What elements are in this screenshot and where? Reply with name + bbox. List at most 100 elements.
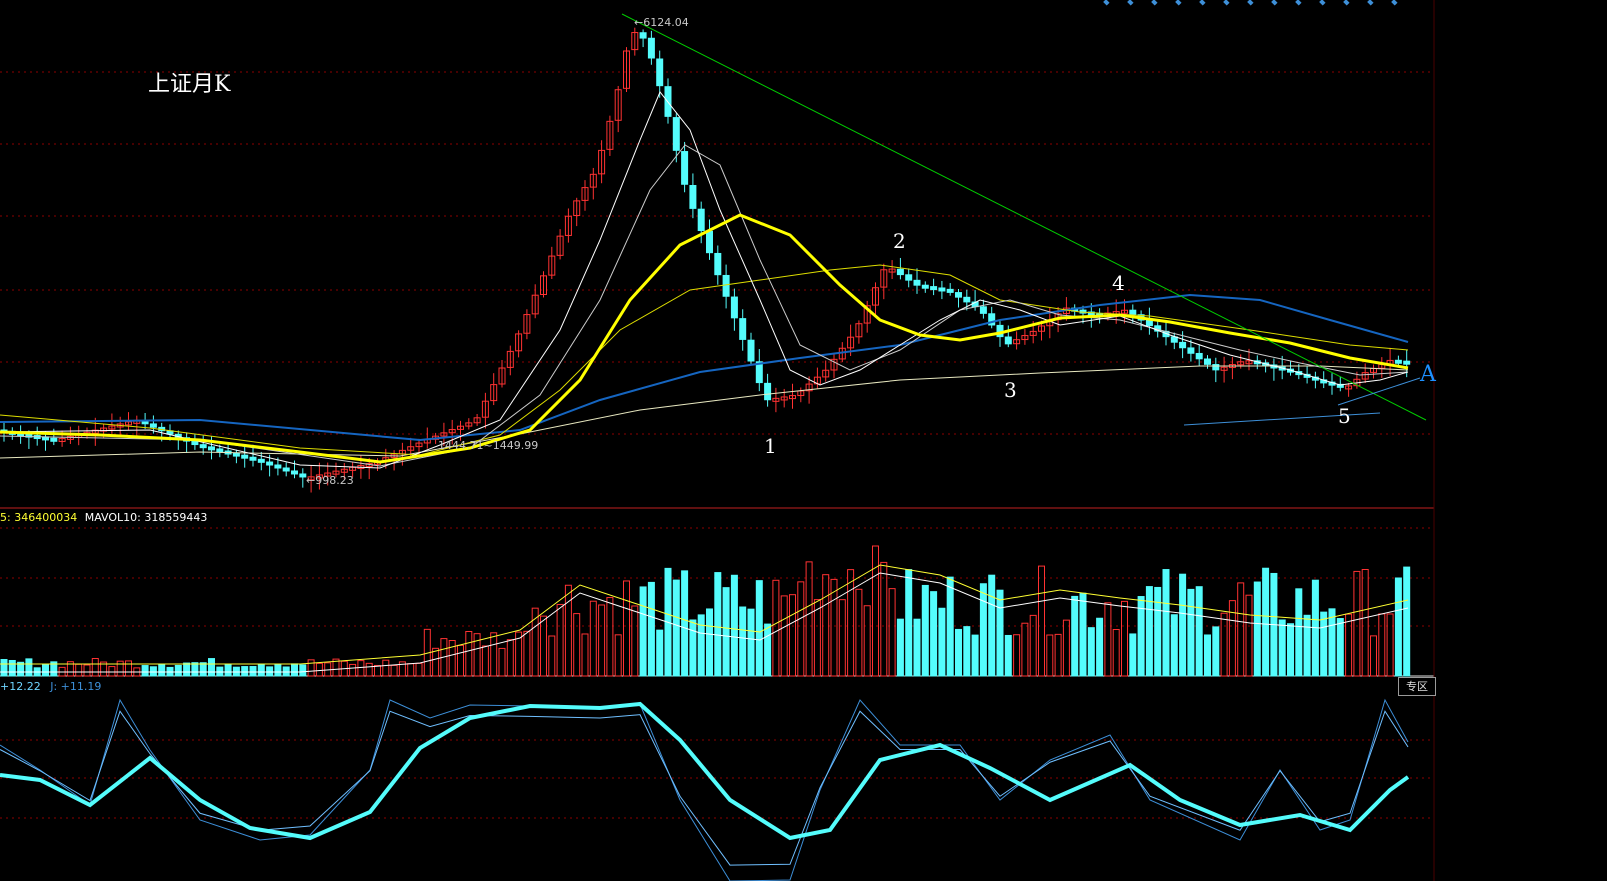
volume-bar — [921, 584, 929, 677]
candle-body — [1212, 364, 1220, 371]
zone-button[interactable]: 专区 — [1398, 677, 1436, 696]
volume-bar — [1336, 618, 1344, 677]
volume-bar — [1187, 588, 1195, 677]
candle-body — [1145, 319, 1153, 327]
volume-bar — [1087, 627, 1095, 677]
volume-bar — [108, 666, 116, 677]
volume-bar — [1394, 577, 1402, 677]
volume-bar — [91, 658, 99, 677]
volume-bar — [1245, 594, 1253, 677]
volume-bar — [1145, 586, 1153, 677]
chart-canvas[interactable] — [0, 0, 1607, 881]
volume-bar — [656, 629, 664, 677]
wave-label-4: 4 — [1112, 271, 1125, 295]
volume-bar — [764, 623, 772, 677]
mavol10-value: MAVOL10: 318559443 — [84, 511, 208, 524]
volume-bar — [25, 658, 33, 677]
kdj-d-value: +12.22 — [0, 680, 41, 693]
volume-bar — [1071, 595, 1079, 677]
ma-yellow-thick-line — [0, 213, 1409, 464]
volume-bar — [357, 660, 365, 677]
volume-bar — [498, 647, 506, 677]
kdj-j-value: J: +11.19 — [50, 680, 102, 693]
volume-bar — [540, 615, 547, 677]
candle-body — [1403, 360, 1411, 365]
volume-bar — [1303, 614, 1311, 677]
candle-body — [257, 458, 265, 463]
volume-bar — [706, 608, 713, 677]
marker-dot — [1103, 0, 1110, 6]
candle-body — [921, 284, 929, 289]
volume-bar — [208, 658, 215, 677]
volume-bar — [755, 580, 763, 677]
volume-bar — [647, 581, 655, 677]
marker-dot — [1151, 0, 1158, 6]
ma-white-2-line — [0, 144, 1409, 467]
candle-body — [946, 288, 954, 293]
volume-bar — [349, 663, 357, 677]
volume-bar — [838, 599, 846, 677]
candle-body — [1204, 358, 1211, 365]
candle-body — [291, 470, 298, 475]
volume-bar — [564, 584, 572, 677]
volume-bar — [1278, 619, 1286, 677]
volume-bar — [299, 664, 307, 677]
volume-bar — [872, 545, 879, 677]
volume-bar — [1062, 619, 1070, 677]
volume-bar — [523, 630, 531, 677]
volume-bar — [830, 578, 838, 677]
volume-bar — [1361, 569, 1369, 677]
candle-body — [764, 382, 772, 401]
kdj-legend: +12.22 J: +11.19 — [0, 680, 101, 693]
kdj-j-line — [0, 698, 1409, 881]
volume-bar — [1121, 600, 1128, 677]
volume-bar — [888, 588, 896, 677]
ma-blue-line — [0, 293, 1409, 442]
volume-bar — [606, 597, 614, 677]
candle-body — [249, 456, 257, 461]
volume-bar — [1004, 634, 1012, 677]
candle-body — [241, 454, 249, 459]
volume-bar — [1378, 613, 1386, 677]
volume-bar — [938, 607, 946, 677]
wave-label-3: 3 — [1004, 378, 1017, 402]
candle-body — [274, 464, 282, 469]
candle-body — [714, 252, 722, 276]
volume-bar — [125, 660, 132, 677]
candle-body — [266, 461, 274, 466]
candle-body — [672, 117, 680, 151]
volume-bar — [1179, 573, 1187, 677]
volume-bar — [257, 664, 265, 677]
volume-bar — [896, 618, 904, 677]
candle-body — [1179, 341, 1187, 349]
volume-bar — [183, 662, 191, 677]
volume-bar — [241, 666, 249, 677]
volume-bar — [1162, 569, 1170, 677]
volume-bar — [191, 662, 199, 677]
volume-bar — [457, 644, 464, 677]
volume-bar — [614, 634, 622, 677]
candle-body — [647, 37, 655, 59]
candle-body — [282, 467, 290, 472]
volume-bar — [905, 569, 913, 677]
candle-body — [1170, 336, 1178, 343]
volume-bar — [0, 659, 8, 677]
volume-bar — [747, 608, 755, 677]
volume-bar — [1195, 586, 1203, 677]
candle-body — [955, 292, 962, 298]
volume-bar — [573, 613, 581, 677]
marker-dot — [1319, 0, 1326, 6]
volume-bar — [988, 574, 996, 677]
candle-body — [199, 444, 207, 449]
volume-bar — [1170, 614, 1178, 677]
volume-bar — [224, 663, 232, 677]
candle-body — [1004, 336, 1012, 345]
marker-dot — [1223, 0, 1230, 6]
volume-bar — [42, 664, 49, 677]
volume-bar — [415, 662, 423, 677]
candle-body — [706, 230, 713, 254]
volume-bar — [1237, 582, 1245, 677]
kdj-k-line — [0, 710, 1409, 866]
volume-bar — [955, 628, 962, 677]
volume-legend: 5: 346400034 MAVOL10: 318559443 — [0, 511, 207, 524]
